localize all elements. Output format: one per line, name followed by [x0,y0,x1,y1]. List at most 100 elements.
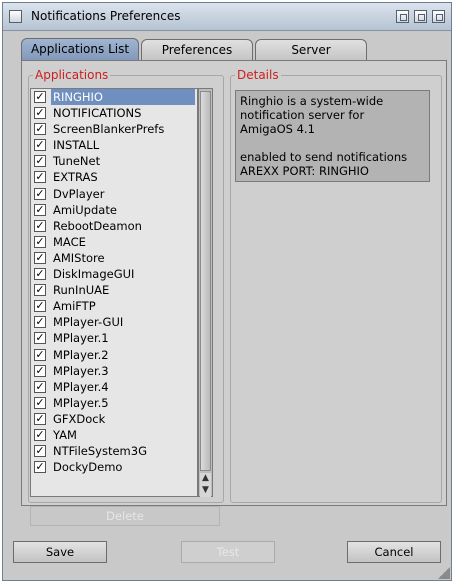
list-item[interactable]: ✓ MPlayer.1 [31,330,197,346]
list-item-label: INSTALL [53,138,100,153]
checkbox[interactable]: ✓ [34,107,46,120]
scroll-down-icon[interactable]: ▼ [200,485,211,497]
list-item[interactable]: ✓ MACE [31,234,197,250]
preferences-window: Notifications Preferences Applications L… [2,2,452,581]
checkbox[interactable]: ✓ [34,171,46,184]
checkbox[interactable]: ✓ [34,396,46,409]
list-item[interactable]: ✓ AmiFTP [31,298,197,314]
list-item[interactable]: ✓ INSTALL [31,137,197,153]
list-item-label: MACE [53,234,86,249]
list-item[interactable]: ✓ AmiUpdate [31,202,197,218]
list-item-label: ScreenBlankerPrefs [53,122,165,137]
list-item-label: AmiFTP [53,299,96,314]
checkbox[interactable]: ✓ [34,268,46,281]
checkbox[interactable]: ✓ [34,380,46,393]
list-item-label: MPlayer-GUI [53,315,124,330]
details-group-label: Details [235,68,281,82]
button-bar: Save Test Cancel [13,541,443,563]
applications-list[interactable]: ✓ RINGHIO ✓ NOTIFICATIONS ✓ ScreenBlankerPref… [30,88,198,497]
list-item[interactable]: ✓ AMIStore [31,250,197,266]
list-item-label: AmiUpdate [53,202,117,217]
tab-preferences[interactable]: Preferences [141,39,253,61]
checkbox[interactable]: ✓ [34,155,46,168]
window-title: Notifications Preferences [31,9,181,23]
list-item-label: RebootDeamon [53,218,142,233]
list-item-label: DockyDemo [53,460,123,475]
list-item[interactable]: ✓ MPlayer.2 [31,347,197,363]
list-item[interactable]: ✓ EXTRAS [31,169,197,185]
details-line: notification server for [240,108,365,122]
list-item-label: MPlayer.3 [53,363,109,378]
checkbox[interactable]: ✓ [34,123,46,136]
tab-server[interactable]: Server [255,39,367,61]
list-item-label: DvPlayer [53,186,105,201]
list-item[interactable]: ✓ NTFileSystem3G [31,443,197,459]
checkbox[interactable]: ✓ [34,235,46,248]
list-item[interactable]: ✓ RunInUAE [31,282,197,298]
checkbox[interactable]: ✓ [34,300,46,313]
checkbox[interactable]: ✓ [34,348,46,361]
list-item[interactable]: ✓ NOTIFICATIONS [31,105,197,121]
list-item-label: MPlayer.1 [53,331,109,346]
checkbox[interactable]: ✓ [34,316,46,329]
checkbox[interactable]: ✓ [34,251,46,264]
list-item-label: AMIStore [53,250,105,265]
details-text: Ringhio is a system-wide notification se… [235,90,430,182]
list-item[interactable]: ✓ MPlayer.5 [31,395,197,411]
resize-handle-icon[interactable] [438,567,450,579]
list-item-label: RunInUAE [53,283,110,298]
list-item[interactable]: ✓ ScreenBlankerPrefs [31,121,197,137]
checkbox[interactable]: ✓ [34,461,46,474]
list-item[interactable]: ✓ GFXDock [31,411,197,427]
test-button[interactable]: Test [181,541,275,563]
tab-applications-list[interactable]: Applications List [21,38,139,62]
list-item[interactable]: ✓ DockyDemo [31,459,197,475]
checkbox[interactable]: ✓ [34,187,46,200]
list-item[interactable]: ✓ MPlayer.3 [31,363,197,379]
scrollbar-thumb[interactable] [200,91,211,471]
checkbox[interactable]: ✓ [34,284,46,297]
list-item-label: RINGHIO [51,89,195,105]
list-item-label: TuneNet [53,154,101,169]
details-line: Ringhio is a system-wide [240,94,384,108]
close-icon[interactable] [9,10,22,23]
save-button[interactable]: Save [13,541,107,563]
details-line: AREXX PORT: RINGHIO [240,164,369,178]
details-line: enabled to send notifications [240,150,408,164]
list-item-label: NOTIFICATIONS [53,106,142,121]
list-item[interactable]: ✓ RINGHIO [31,89,197,105]
list-item[interactable]: ✓ MPlayer.4 [31,379,197,395]
checkbox[interactable]: ✓ [34,139,46,152]
checkbox[interactable]: ✓ [34,445,46,458]
checkbox[interactable]: ✓ [34,364,46,377]
list-item[interactable]: ✓ DvPlayer [31,186,197,202]
list-item[interactable]: ✓ RebootDeamon [31,218,197,234]
scroll-up-icon[interactable]: ▲ [200,473,211,485]
checkbox[interactable]: ✓ [34,203,46,216]
list-item-label: GFXDock [53,411,106,426]
depth-icon[interactable] [432,10,445,23]
checkbox[interactable]: ✓ [34,412,46,425]
list-item-label: MPlayer.5 [53,395,109,410]
details-line: AmigaOS 4.1 [240,122,315,136]
delete-button[interactable]: Delete [30,506,220,526]
list-item[interactable]: ✓ MPlayer-GUI [31,314,197,330]
cancel-button[interactable]: Cancel [347,541,441,563]
list-scrollbar[interactable]: ▲ ▼ [198,88,213,497]
tab-panel: Applications Details ✓ RINGHIO ✓ NOTIFICATI… [21,60,447,526]
list-item[interactable]: ✓ DiskImageGUI [31,266,197,282]
list-item-label: DiskImageGUI [53,267,135,282]
list-item-label: MPlayer.2 [53,347,109,362]
zoom-icon[interactable] [414,10,427,23]
list-item[interactable]: ✓ YAM [31,427,197,443]
checkbox[interactable]: ✓ [34,428,46,441]
checkbox[interactable]: ✓ [34,332,46,345]
tab-bar: Applications List Preferences Server [21,38,441,62]
checkbox[interactable]: ✓ [34,219,46,232]
iconify-icon[interactable] [396,10,409,23]
list-item-label: EXTRAS [53,170,98,185]
title-bar[interactable]: Notifications Preferences [3,3,451,31]
list-item-label: NTFileSystem3G [53,444,147,459]
checkbox[interactable]: ✓ [34,91,46,103]
list-item[interactable]: ✓ TuneNet [31,153,197,169]
